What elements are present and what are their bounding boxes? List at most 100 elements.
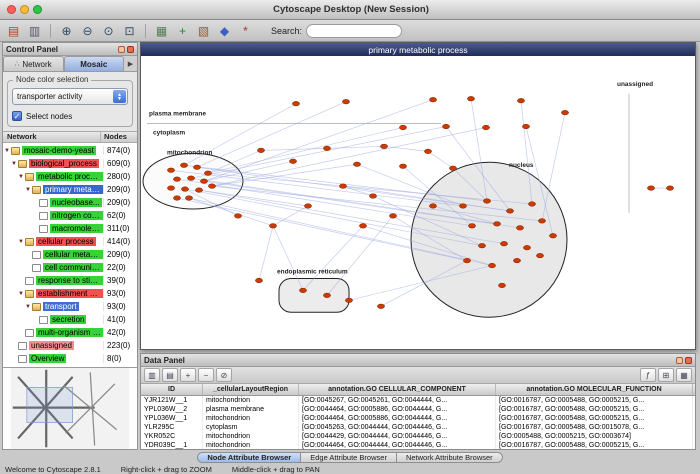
expander-open-icon[interactable]: ▼ bbox=[17, 291, 25, 297]
tab-overflow-arrow[interactable]: ▶ bbox=[124, 56, 137, 71]
graph-node[interactable] bbox=[424, 149, 431, 154]
column-header[interactable]: ID bbox=[141, 384, 203, 395]
graph-node[interactable] bbox=[257, 148, 264, 153]
graph-node[interactable] bbox=[647, 186, 654, 191]
graph-edge[interactable] bbox=[189, 198, 273, 226]
graph-node[interactable] bbox=[185, 196, 192, 201]
graph-node[interactable] bbox=[488, 263, 495, 268]
graph-node[interactable] bbox=[513, 258, 520, 263]
graph-node[interactable] bbox=[478, 243, 485, 248]
graph-node[interactable] bbox=[180, 163, 187, 168]
column-header[interactable]: annotation.GO MOLECULAR_FUNCTION bbox=[496, 384, 693, 395]
graph-node[interactable] bbox=[323, 293, 330, 298]
graph-node[interactable] bbox=[173, 177, 180, 182]
tree-row[interactable]: cell communicati...22(0) bbox=[3, 261, 137, 274]
tree-row[interactable]: ▼cellular process414(0) bbox=[3, 235, 137, 248]
trash-icon[interactable]: ⊘ bbox=[216, 368, 232, 382]
graph-node[interactable] bbox=[195, 188, 202, 193]
table-row[interactable]: YDR039C__1mitochondrion[GO:0044464, GO:0… bbox=[141, 441, 695, 449]
graph-node[interactable] bbox=[429, 97, 436, 102]
zoom-out-icon[interactable]: ⊖ bbox=[78, 22, 97, 40]
tree-row[interactable]: ▼establishment of l...93(0) bbox=[3, 287, 137, 300]
table-row[interactable]: YKR052Cmitochondrion[GO:0044429, GO:0044… bbox=[141, 432, 695, 441]
graph-node[interactable] bbox=[498, 283, 505, 288]
graph-node[interactable] bbox=[493, 222, 500, 227]
tree-row[interactable]: multi-organism proc...42(0) bbox=[3, 326, 137, 339]
tab-mosaic[interactable]: Mosaic bbox=[64, 56, 125, 71]
tree-row[interactable]: ▼primary metabo...209(0) bbox=[3, 183, 137, 196]
search-input[interactable] bbox=[306, 24, 402, 38]
unselect-attributes-icon[interactable]: ▤ bbox=[162, 368, 178, 382]
zoom-in-icon[interactable]: ⊕ bbox=[57, 22, 76, 40]
column-header[interactable]: annotation.GO CELLULAR_COMPONENT bbox=[299, 384, 496, 395]
tab-node-attribute-browser[interactable]: Node Attribute Browser bbox=[197, 452, 301, 463]
graph-node[interactable] bbox=[536, 253, 543, 258]
graph-node[interactable] bbox=[459, 204, 466, 209]
graph-node[interactable] bbox=[369, 194, 376, 199]
graph-node[interactable] bbox=[449, 166, 456, 171]
close-data-panel-icon[interactable] bbox=[685, 357, 692, 364]
tree-row[interactable]: ▼biological_process609(0) bbox=[3, 157, 137, 170]
graph-node[interactable] bbox=[193, 165, 200, 170]
select-attributes-icon[interactable]: ▥ bbox=[144, 368, 160, 382]
birdseye-overview[interactable] bbox=[3, 367, 137, 449]
vizmapper-icon[interactable]: ◆ bbox=[215, 22, 234, 40]
float-data-panel-icon[interactable] bbox=[676, 357, 683, 364]
graph-node[interactable] bbox=[339, 184, 346, 189]
graph-node[interactable] bbox=[234, 214, 241, 219]
network-view-titlebar[interactable]: primary metabolic process bbox=[141, 43, 695, 56]
delete-attribute-icon[interactable]: − bbox=[198, 368, 214, 382]
float-panel-icon[interactable] bbox=[118, 46, 125, 53]
graph-node[interactable] bbox=[304, 204, 311, 209]
open-session-icon[interactable]: ▤ bbox=[4, 22, 23, 40]
table-row[interactable]: YPL036W__1mitochondrion[GO:0044464, GO:0… bbox=[141, 414, 695, 423]
graph-node[interactable] bbox=[167, 168, 174, 173]
graph-node[interactable] bbox=[482, 125, 489, 130]
graph-node[interactable] bbox=[399, 164, 406, 169]
graph-node[interactable] bbox=[173, 196, 180, 201]
graph-edge[interactable] bbox=[428, 151, 453, 168]
import-network-icon[interactable]: ▧ bbox=[194, 22, 213, 40]
graph-node[interactable] bbox=[167, 186, 174, 191]
graph-node[interactable] bbox=[187, 176, 194, 181]
column-header-network[interactable]: Network bbox=[3, 132, 101, 142]
expander-open-icon[interactable]: ▼ bbox=[24, 187, 32, 193]
graph-node[interactable] bbox=[522, 124, 529, 129]
import-attributes-icon[interactable]: ⊞ bbox=[658, 368, 674, 382]
graph-node[interactable] bbox=[506, 209, 513, 214]
tab-network-attribute-browser[interactable]: Network Attribute Browser bbox=[397, 452, 503, 463]
network-canvas[interactable]: plasma membranecytoplasmmitochondrionnuc… bbox=[141, 56, 695, 349]
tree-row[interactable]: ▼metabolic process280(0) bbox=[3, 170, 137, 183]
tree-row[interactable]: response to stimulu...39(0) bbox=[3, 274, 137, 287]
expander-open-icon[interactable]: ▼ bbox=[3, 148, 11, 154]
graph-node[interactable] bbox=[389, 214, 396, 219]
select-nodes-checkbox[interactable]: ✓ bbox=[12, 111, 22, 121]
graph-edge[interactable] bbox=[327, 216, 393, 295]
plugins-icon[interactable]: * bbox=[236, 22, 255, 40]
tab-edge-attribute-browser[interactable]: Edge Attribute Browser bbox=[301, 452, 397, 463]
graph-node[interactable] bbox=[523, 245, 530, 250]
graph-node[interactable] bbox=[538, 219, 545, 224]
graph-node[interactable] bbox=[528, 202, 535, 207]
graph-node[interactable] bbox=[483, 199, 490, 204]
graph-node[interactable] bbox=[549, 233, 556, 238]
graph-node[interactable] bbox=[208, 184, 215, 189]
graph-node[interactable] bbox=[517, 98, 524, 103]
zoom-fit-icon[interactable]: ⊡ bbox=[120, 22, 139, 40]
column-header-nodes[interactable]: Nodes bbox=[101, 132, 137, 142]
zoom-selected-icon[interactable]: ⊙ bbox=[99, 22, 118, 40]
graph-node[interactable] bbox=[467, 96, 474, 101]
tree-row[interactable]: ▼transport93(0) bbox=[3, 300, 137, 313]
graph-node[interactable] bbox=[399, 125, 406, 130]
close-panel-icon[interactable] bbox=[127, 46, 134, 53]
minimize-window-icon[interactable] bbox=[20, 5, 29, 14]
export-attributes-icon[interactable]: ▦ bbox=[676, 368, 692, 382]
graph-node[interactable] bbox=[666, 186, 673, 191]
expander-open-icon[interactable]: ▼ bbox=[10, 161, 18, 167]
table-row[interactable]: YPL036W__2plasma membrane[GO:0044464, GO… bbox=[141, 405, 695, 414]
tree-row[interactable]: nucleobase...209(0) bbox=[3, 196, 137, 209]
graph-node[interactable] bbox=[429, 204, 436, 209]
graph-edge[interactable] bbox=[204, 100, 433, 181]
graph-node[interactable] bbox=[289, 159, 296, 164]
show-graphics-details-icon[interactable]: ▦ bbox=[152, 22, 171, 40]
